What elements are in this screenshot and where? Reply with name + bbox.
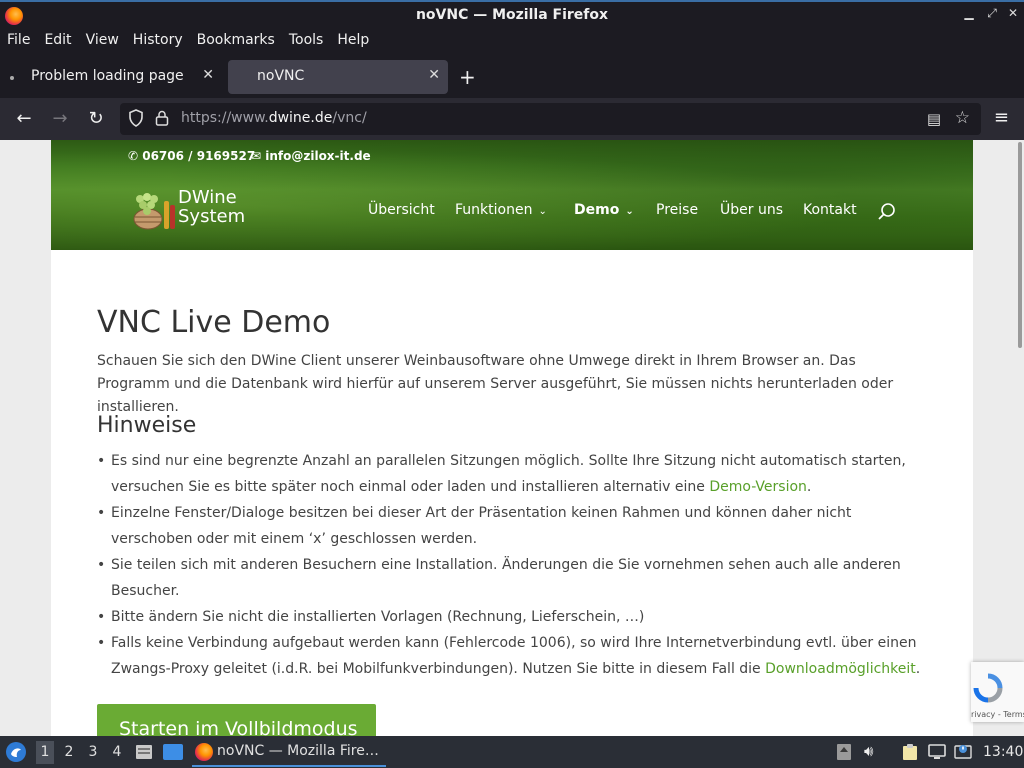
- nav-ueber-uns[interactable]: Über uns: [720, 202, 783, 218]
- search-icon[interactable]: [877, 202, 897, 222]
- clock: 13:40: [983, 744, 1024, 760]
- tab-novnc[interactable]: noVNC ✕: [228, 60, 448, 94]
- menu-file[interactable]: File: [7, 29, 30, 48]
- clipboard-icon[interactable]: [901, 743, 919, 761]
- new-tab-icon[interactable]: +: [459, 65, 476, 89]
- nav-funktionen[interactable]: Funktionen ⌄: [455, 202, 547, 218]
- intro-paragraph: Schauen Sie sich den DWine Client unsere…: [97, 353, 894, 415]
- chevron-down-icon: ⌄: [625, 206, 634, 217]
- list-item: Es sind nur eine begrenzte Anzahl an par…: [97, 448, 927, 500]
- taskbar-firefox-task[interactable]: noVNC — Mozilla Fire…: [192, 739, 386, 767]
- tab-problem-loading[interactable]: Problem loading page ✕: [0, 60, 222, 94]
- show-desktop-icon[interactable]: [162, 743, 184, 761]
- menu-edit[interactable]: Edit: [44, 29, 71, 48]
- url-bar[interactable]: https://www.dwine.de/vnc/ ▤ ☆: [120, 103, 981, 135]
- tab-bar: Problem loading page ✕ noVNC ✕ +: [0, 56, 1024, 98]
- desktop: noVNC — Mozilla Firefox ▁ ⤢ ✕ File Edit Vi…: [0, 0, 1024, 768]
- list-item: Bitte ändern Sie nicht die installierten…: [97, 604, 927, 630]
- wine-barrel-logo-icon: [133, 193, 175, 230]
- minimize-icon[interactable]: ▁: [961, 6, 977, 20]
- hints-list: Es sind nur eine begrenzte Anzahl an par…: [97, 448, 927, 682]
- logo-text-line2: System: [178, 206, 246, 227]
- recaptcha-badge[interactable]: rivacy - Terms: [971, 662, 1024, 722]
- close-tab-icon[interactable]: ✕: [428, 67, 440, 83]
- firefox-icon: [195, 743, 213, 761]
- close-tab-icon[interactable]: ✕: [202, 67, 214, 83]
- web-page: ✆ 06706 / 9169527 ✉ info@zilox-it.de DWi…: [51, 140, 973, 736]
- section-heading: Hinweise: [97, 413, 197, 438]
- page-scrollbar[interactable]: [1018, 142, 1022, 348]
- workspace-1[interactable]: 1: [36, 741, 54, 764]
- menu-history[interactable]: History: [133, 29, 183, 48]
- menu-view[interactable]: View: [86, 29, 119, 48]
- menu-bar: File Edit View History Bookmarks Tools Help: [0, 29, 1024, 54]
- nav-demo[interactable]: Demo ⌄: [574, 202, 634, 218]
- update-notifier-icon[interactable]: [954, 743, 972, 761]
- chevron-down-icon: ⌄: [538, 206, 547, 217]
- start-menu-icon[interactable]: [5, 741, 27, 763]
- nav-kontakt[interactable]: Kontakt: [803, 202, 857, 218]
- download-link[interactable]: Downloadmöglichkeit: [765, 661, 916, 677]
- list-item: Sie teilen sich mit anderen Besuchern ei…: [97, 552, 927, 604]
- task-label: noVNC — Mozilla Fire…: [217, 743, 379, 759]
- window-titlebar[interactable]: noVNC — Mozilla Firefox ▁ ⤢ ✕: [0, 0, 1024, 29]
- url-text: https://www.dwine.de/vnc/: [181, 110, 367, 126]
- workspace-2[interactable]: 2: [61, 744, 77, 760]
- menu-tools[interactable]: Tools: [289, 29, 324, 48]
- tab-status-dot-icon: [10, 76, 14, 80]
- nav-preise[interactable]: Preise: [656, 202, 698, 218]
- reader-view-icon[interactable]: ▤: [927, 110, 941, 128]
- forward-icon[interactable]: →: [49, 108, 71, 129]
- window-title: noVNC — Mozilla Firefox: [415, 7, 609, 23]
- menu-bookmarks[interactable]: Bookmarks: [197, 29, 275, 48]
- bookmark-star-icon[interactable]: ☆: [955, 108, 970, 128]
- list-item: Falls keine Verbindung aufgebaut werden …: [97, 630, 927, 682]
- email-contact[interactable]: ✉ info@zilox-it.de: [251, 149, 371, 163]
- volume-icon[interactable]: 🔊︎: [864, 742, 873, 760]
- recaptcha-privacy-terms[interactable]: rivacy - Terms: [971, 710, 1024, 719]
- menu-help[interactable]: Help: [337, 29, 369, 48]
- workspace-3[interactable]: 3: [85, 744, 101, 760]
- navigation-toolbar: ← → ↻ https://www.dwine.de/vnc/ ▤ ☆ ≡: [0, 98, 1024, 140]
- tab-label: Problem loading page: [31, 68, 184, 84]
- network-icon[interactable]: [928, 743, 946, 761]
- file-manager-icon[interactable]: [134, 742, 154, 762]
- tab-label: noVNC: [257, 68, 305, 84]
- page-title: VNC Live Demo: [97, 305, 331, 340]
- dwine-logo[interactable]: DWine System: [132, 187, 250, 231]
- site-header: ✆ 06706 / 9169527 ✉ info@zilox-it.de DWi…: [51, 140, 973, 250]
- workspace-4[interactable]: 4: [109, 744, 125, 760]
- page-viewport[interactable]: ✆ 06706 / 9169527 ✉ info@zilox-it.de DWi…: [0, 140, 1024, 736]
- close-window-icon[interactable]: ✕: [1005, 6, 1021, 20]
- demo-version-link[interactable]: Demo-Version: [709, 479, 807, 495]
- recaptcha-logo-icon: [973, 673, 1003, 703]
- lock-icon[interactable]: [155, 110, 169, 126]
- hamburger-menu-icon[interactable]: ≡: [994, 107, 1009, 128]
- taskbar: 1 2 3 4 noVNC — Mozilla Fire… 🔊︎ 13:40: [0, 736, 1024, 768]
- start-fullscreen-button[interactable]: Starten im Vollbildmodus: [97, 704, 376, 736]
- reload-icon[interactable]: ↻: [85, 108, 107, 129]
- tracking-shield-icon[interactable]: [128, 109, 144, 127]
- nav-uebersicht[interactable]: Übersicht: [368, 202, 435, 218]
- notification-tray-icon[interactable]: [836, 743, 852, 761]
- list-item: Einzelne Fenster/Dialoge besitzen bei di…: [97, 500, 927, 552]
- phone-contact[interactable]: ✆ 06706 / 9169527: [128, 149, 255, 163]
- back-icon[interactable]: ←: [13, 108, 35, 129]
- logo-text-line1: DWine: [178, 187, 237, 208]
- maximize-icon[interactable]: ⤢: [984, 6, 1000, 21]
